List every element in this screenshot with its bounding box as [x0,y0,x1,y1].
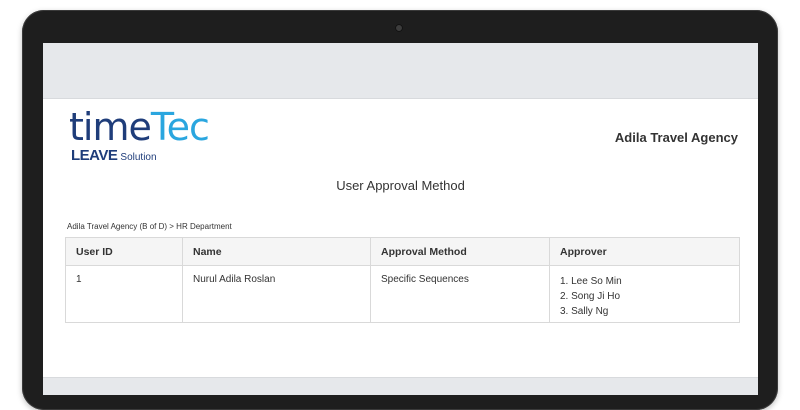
logo-subtitle: LEAVE Solution [71,147,157,164]
column-header-name: Name [182,237,371,266]
column-header-approval-method: Approval Method [370,237,550,266]
laptop-screen: timeTec LEAVE Solution Adila Travel Agenc… [43,43,758,395]
column-header-user-id: User ID [65,237,183,266]
cell-user-id: 1 [65,265,183,323]
timetec-leave-logo: timeTec LEAVE Solution [69,105,210,164]
company-name: Adila Travel Agency [614,130,738,145]
report-sheet: timeTec LEAVE Solution Adila Travel Agenc… [43,98,758,378]
table-row: 1 Nurul Adila Roslan Specific Sequences … [65,265,740,323]
cell-approvers: 1. Lee So Min 2. Song Ji Ho 3. Sally Ng [549,265,740,323]
webcam-icon [395,24,403,32]
approval-method-table: User ID Name Approval Method Approver 1 … [65,237,740,323]
approver-item: 1. Lee So Min [560,276,622,287]
breadcrumb: Adila Travel Agency (B of D) > HR Depart… [67,222,232,231]
approver-item: 2. Song Ji Ho [560,291,621,302]
cell-name: Nurul Adila Roslan [182,265,371,323]
table-header-row: User ID Name Approval Method Approver [65,237,740,266]
column-header-approver: Approver [549,237,740,266]
logo-wordmark: timeTec [69,105,210,149]
cell-approval-method: Specific Sequences [370,265,550,323]
report-title: User Approval Method [336,178,465,193]
approver-item: 3. Sally Ng [560,306,609,317]
